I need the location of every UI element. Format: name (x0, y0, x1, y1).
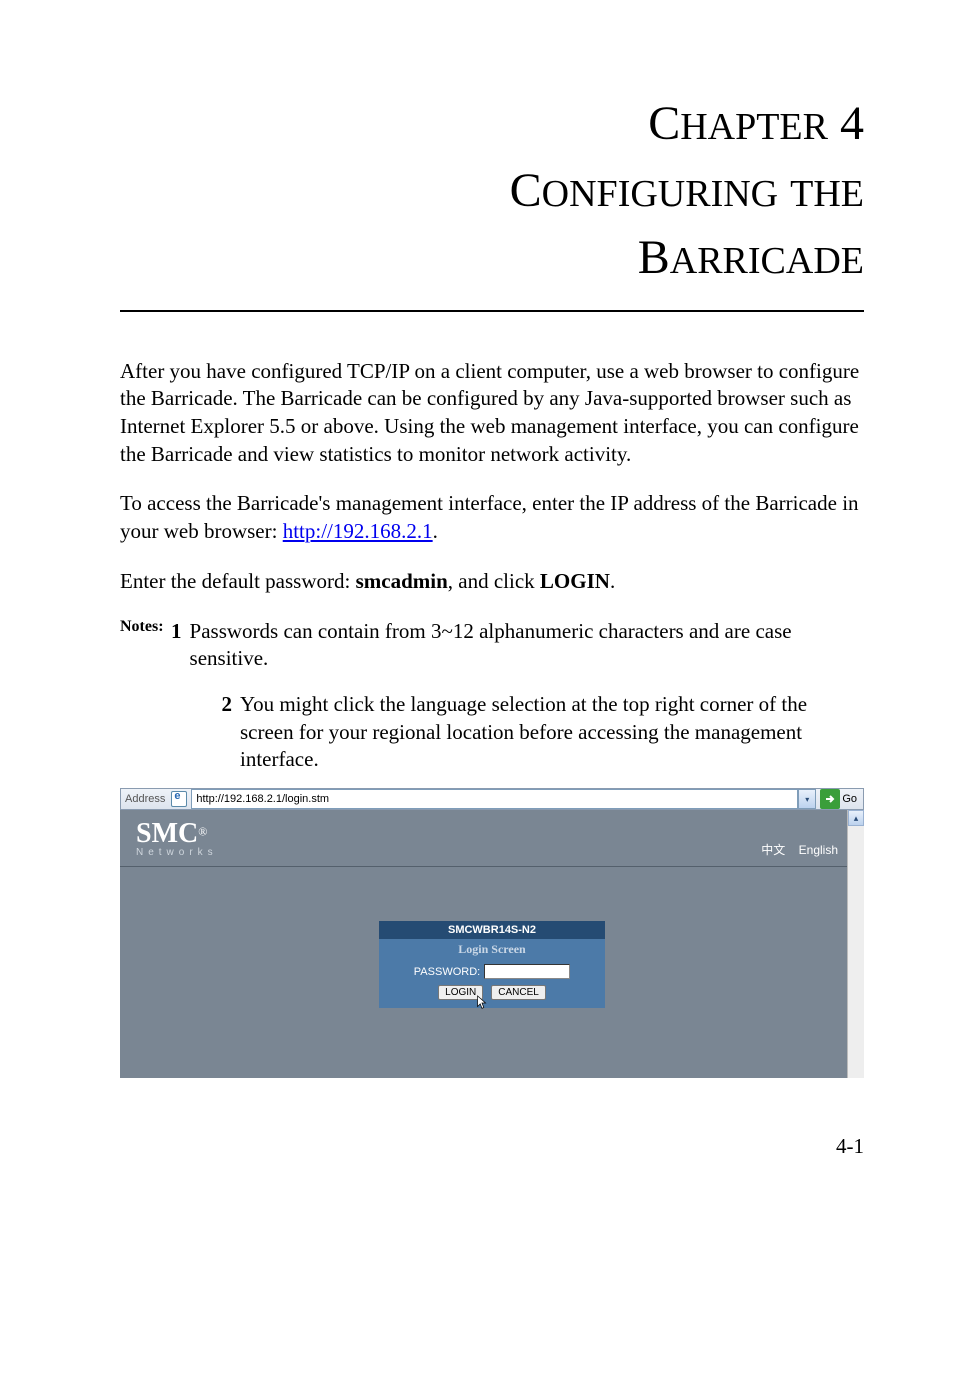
paragraph-password: Enter the default password: smcadmin, an… (120, 568, 864, 596)
p3-pre: Enter the default password: (120, 569, 356, 593)
ie-icon (171, 791, 187, 807)
title-w3a: B (638, 231, 670, 284)
go-button[interactable] (820, 789, 840, 809)
note-number-2: 2 (218, 691, 232, 774)
title-w3b: ARRICADE (670, 240, 864, 282)
lang-chinese[interactable]: 中文 (761, 843, 785, 857)
address-label: Address (125, 793, 165, 805)
scroll-up-icon[interactable]: ▴ (848, 810, 864, 826)
panel-subtitle: Login Screen (379, 939, 605, 960)
logo-reg: ® (198, 825, 207, 839)
password-input[interactable]: ●●●●●●●● (484, 964, 570, 979)
p3-password-bold: smcadmin (356, 569, 448, 593)
arrow-right-icon (824, 793, 836, 805)
p2-pre: To access the Barricade's management int… (120, 491, 859, 543)
title-w1b: ONFIGURING (542, 173, 778, 215)
ip-link[interactable]: http://192.168.2.1 (283, 519, 433, 543)
note-number-1: 1 (168, 618, 182, 673)
paragraph-access: To access the Barricade's management int… (120, 490, 864, 545)
go-label: Go (842, 793, 857, 805)
paragraph-intro: After you have configured TCP/IP on a cl… (120, 358, 864, 469)
smc-logo: SMC® Networks (136, 820, 218, 858)
address-dropdown[interactable]: ▾ (798, 789, 816, 809)
heading-rule (120, 310, 864, 312)
logo-sub: Networks (136, 848, 218, 858)
note-text-1: Passwords can contain from 3~12 alphanum… (190, 618, 864, 673)
password-label: PASSWORD: (414, 966, 480, 978)
lang-english[interactable]: English (799, 843, 838, 857)
p3-post: . (610, 569, 615, 593)
chapter-c: C (648, 97, 680, 150)
p3-mid: , and click (448, 569, 540, 593)
p2-post: . (433, 519, 438, 543)
cursor-icon (476, 995, 488, 1011)
note-text-2: You might click the language selection a… (240, 691, 864, 774)
chapter-number: 4 (840, 97, 864, 150)
login-panel: SMCWBR14S-N2 Login Screen PASSWORD: ●●●●… (379, 921, 605, 1008)
login-screenshot: Address http://192.168.2.1/login.stm ▾ G… (120, 788, 864, 1078)
title-w2: THE (790, 173, 864, 215)
language-links: 中文 English (751, 841, 838, 858)
chapter-heading: CHAPTER 4 CONFIGURING THE BARRICADE (120, 90, 864, 292)
notes-label: Notes: (120, 618, 164, 687)
page-number: 4-1 (120, 1134, 864, 1159)
p3-login-bold: LOGIN (540, 569, 610, 593)
title-w1a: C (510, 164, 542, 217)
panel-model: SMCWBR14S-N2 (379, 921, 605, 939)
logo-main: SMC (136, 818, 198, 849)
browser-address-bar: Address http://192.168.2.1/login.stm ▾ G… (120, 788, 864, 810)
address-input[interactable]: http://192.168.2.1/login.stm (191, 789, 798, 809)
cancel-button[interactable]: CANCEL (491, 985, 546, 1000)
chapter-hapter: HAPTER (680, 106, 828, 148)
scrollbar[interactable]: ▴ (847, 810, 864, 1078)
